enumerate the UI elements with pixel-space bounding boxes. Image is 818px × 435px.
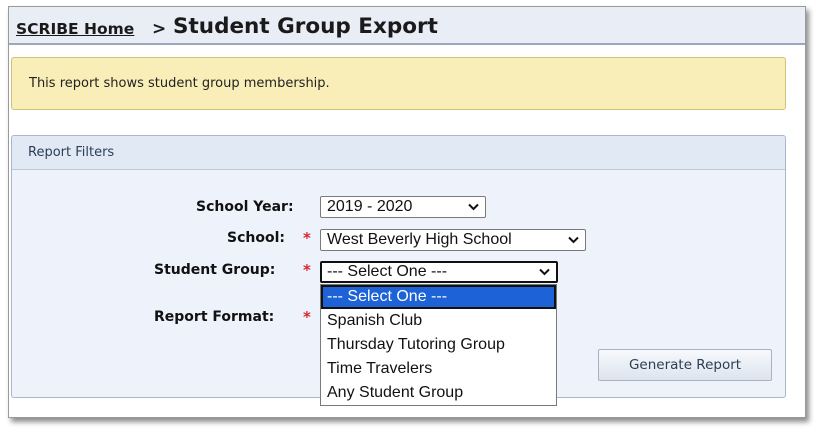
page-title: Student Group Export	[173, 14, 438, 39]
home-link[interactable]: SCRIBE Home	[16, 20, 134, 38]
required-mark: *	[303, 229, 311, 247]
info-message: This report shows student group membersh…	[29, 76, 330, 91]
dropdown-option[interactable]: Any Student Group	[321, 381, 556, 405]
breadcrumb-separator: >	[152, 19, 167, 39]
page-header: SCRIBE Home > Student Group Export	[9, 7, 805, 45]
dropdown-option[interactable]: Thursday Tutoring Group	[321, 333, 556, 357]
panel-header: Report Filters	[12, 136, 785, 170]
school-year-select[interactable]: 2019 - 2020	[320, 196, 486, 218]
dropdown-option[interactable]: Time Travelers	[321, 357, 556, 381]
school-year-value: 2019 - 2020	[327, 198, 413, 215]
chevron-down-icon	[468, 203, 479, 211]
panel-title: Report Filters	[28, 145, 115, 160]
required-mark: *	[303, 308, 311, 326]
student-group-label: Student Group:	[154, 262, 276, 278]
dropdown-option[interactable]: Spanish Club	[321, 309, 556, 333]
report-format-label: Report Format:	[154, 309, 275, 325]
school-value: West Beverly High School	[327, 231, 512, 248]
student-group-dropdown: --- Select One --- Spanish Club Thursday…	[320, 284, 557, 406]
info-banner: This report shows student group membersh…	[11, 57, 786, 110]
dropdown-option[interactable]: --- Select One ---	[321, 285, 556, 309]
generate-report-button[interactable]: Generate Report	[598, 349, 772, 381]
student-group-value: --- Select One ---	[327, 263, 448, 280]
school-year-label: School Year:	[196, 199, 294, 215]
school-label: School:	[227, 230, 285, 246]
student-group-select[interactable]: --- Select One ---	[320, 261, 558, 283]
chevron-down-icon	[568, 236, 579, 244]
school-select[interactable]: West Beverly High School	[320, 229, 586, 251]
required-mark: *	[303, 261, 311, 279]
chevron-down-icon	[539, 268, 550, 276]
